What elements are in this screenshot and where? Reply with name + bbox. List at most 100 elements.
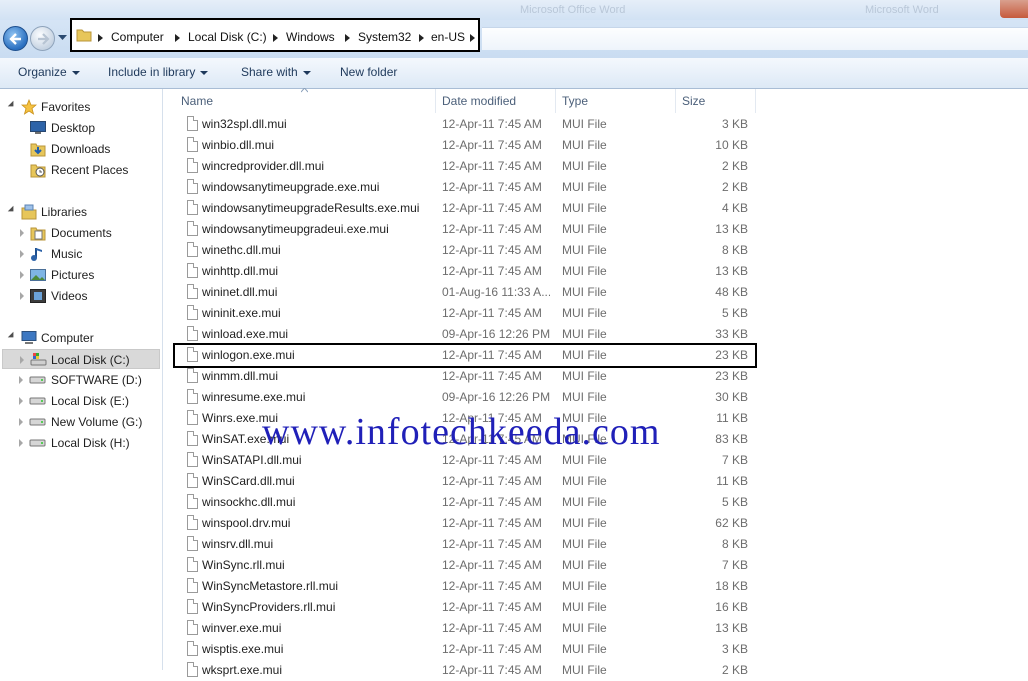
expand-arrow-icon[interactable] <box>20 356 24 364</box>
expand-arrow-icon[interactable] <box>19 376 23 384</box>
file-row[interactable]: winspool.drv.mui 12-Apr-11 7:45 AM MUI Fil… <box>175 513 755 534</box>
nav-libraries[interactable]: Libraries <box>7 202 158 222</box>
nav-desktop[interactable]: Desktop <box>28 118 158 138</box>
file-icon <box>187 200 198 215</box>
drive-icon <box>29 439 46 447</box>
breadcrumb-windows[interactable]: Windows <box>286 30 335 44</box>
expand-arrow-icon[interactable] <box>19 418 23 426</box>
file-row[interactable]: windowsanytimeupgradeui.exe.mui 12-Apr-11… <box>175 219 755 240</box>
nav-documents[interactable]: Documents <box>20 223 158 243</box>
file-icon <box>187 620 198 635</box>
file-row[interactable]: WinSyncMetastore.rll.mui 12-Apr-11 7:45 A… <box>175 576 755 597</box>
back-button[interactable] <box>3 26 28 51</box>
nav-pictures[interactable]: Pictures <box>20 265 158 285</box>
organize-button[interactable]: Organize <box>18 65 80 79</box>
new-folder-button[interactable]: New folder <box>340 65 397 79</box>
file-date-modified: 12-Apr-11 7:45 AM <box>442 621 542 635</box>
expand-arrow-icon[interactable] <box>20 271 24 279</box>
nav-software-d[interactable]: SOFTWARE (D:) <box>19 370 158 390</box>
breadcrumb-local-disk-c[interactable]: Local Disk (C:) <box>188 30 267 44</box>
file-date-modified: 12-Apr-11 7:45 AM <box>442 474 542 488</box>
file-row[interactable]: wisptis.exe.mui 12-Apr-11 7:45 AM MUI File… <box>175 639 755 660</box>
file-row[interactable]: WinSCard.dll.mui 12-Apr-11 7:45 AM MUI Fil… <box>175 471 755 492</box>
file-row[interactable]: wksprt.exe.mui 12-Apr-11 7:45 AM MUI File 2… <box>175 660 755 681</box>
breadcrumb-separator-icon[interactable] <box>175 34 180 42</box>
file-type: MUI File <box>562 201 607 215</box>
breadcrumb-separator-icon[interactable] <box>273 34 278 42</box>
file-row[interactable]: wininet.dll.mui 01-Aug-16 11:33 A... MUI F… <box>175 282 755 303</box>
documents-icon <box>30 227 46 241</box>
breadcrumb-separator-icon[interactable] <box>470 34 475 42</box>
file-row[interactable]: winload.exe.mui 09-Apr-16 12:26 PM MUI Fil… <box>175 324 755 345</box>
include-in-library-button[interactable]: Include in library <box>108 65 209 79</box>
nav-computer[interactable]: Computer <box>7 328 158 348</box>
file-date-modified: 12-Apr-11 7:45 AM <box>442 243 542 257</box>
expand-arrow-icon[interactable] <box>19 439 23 447</box>
nav-videos[interactable]: Videos <box>20 286 158 306</box>
expand-arrow-icon[interactable] <box>7 100 17 110</box>
expand-arrow-icon[interactable] <box>7 205 17 215</box>
file-row[interactable]: winver.exe.mui 12-Apr-11 7:45 AM MUI File 1… <box>175 618 755 639</box>
file-row[interactable]: winmm.dll.mui 12-Apr-11 7:45 AM MUI File 23… <box>175 366 755 387</box>
file-row[interactable]: WinSync.rll.mui 12-Apr-11 7:45 AM MUI File… <box>175 555 755 576</box>
column-header-type[interactable]: Type <box>556 89 676 113</box>
file-type: MUI File <box>562 453 607 467</box>
nav-music[interactable]: Music <box>20 244 158 264</box>
share-with-button[interactable]: Share with <box>241 65 311 79</box>
breadcrumb-separator-icon[interactable] <box>419 34 424 42</box>
file-size: 2 KB <box>721 663 748 677</box>
column-header-date-modified[interactable]: Date modified <box>436 89 556 113</box>
file-type: MUI File <box>562 516 607 530</box>
nav-local-disk-h[interactable]: Local Disk (H:) <box>19 433 158 453</box>
file-icon <box>187 536 198 551</box>
file-type: MUI File <box>562 138 607 152</box>
expand-arrow-icon[interactable] <box>19 397 23 405</box>
expand-arrow-icon[interactable] <box>20 292 24 300</box>
expand-arrow-icon[interactable] <box>20 229 24 237</box>
nav-documents-label: Documents <box>51 226 112 240</box>
breadcrumb-system32[interactable]: System32 <box>358 30 411 44</box>
file-row[interactable]: windowsanytimeupgradeResults.exe.mui 12-A… <box>175 198 755 219</box>
file-size: 3 KB <box>721 117 748 131</box>
file-row[interactable]: wincredprovider.dll.mui 12-Apr-11 7:45 AM… <box>175 156 755 177</box>
close-window-button[interactable] <box>1000 0 1028 18</box>
file-row[interactable]: winsockhc.dll.mui 12-Apr-11 7:45 AM MUI Fi… <box>175 492 755 513</box>
chevron-down-icon <box>302 70 311 75</box>
recent-pages-chevron-icon[interactable] <box>58 35 67 41</box>
address-field[interactable] <box>482 27 1028 50</box>
breadcrumb-separator-icon[interactable] <box>345 34 350 42</box>
file-row[interactable]: winsrv.dll.mui 12-Apr-11 7:45 AM MUI File 8… <box>175 534 755 555</box>
file-row[interactable]: win32spl.dll.mui 12-Apr-11 7:45 AM MUI Fil… <box>175 114 755 135</box>
file-row[interactable]: winbio.dll.mui 12-Apr-11 7:45 AM MUI File 1… <box>175 135 755 156</box>
nav-local-disk-e[interactable]: Local Disk (E:) <box>19 391 158 411</box>
file-row[interactable]: WinSyncProviders.rll.mui 12-Apr-11 7:45 A… <box>175 597 755 618</box>
forward-button[interactable] <box>30 26 55 51</box>
file-row[interactable]: winhttp.dll.mui 12-Apr-11 7:45 AM MUI File… <box>175 261 755 282</box>
nav-new-volume-g[interactable]: New Volume (G:) <box>19 412 158 432</box>
file-size: 5 KB <box>721 495 748 509</box>
file-type: MUI File <box>562 264 607 278</box>
watermark-text: www.infotechkeeda.com <box>262 411 661 453</box>
nav-local-disk-c[interactable]: Local Disk (C:) <box>2 349 160 369</box>
file-size: 2 KB <box>721 159 748 173</box>
nav-local-disk-e-label: Local Disk (E:) <box>51 394 130 408</box>
breadcrumb-en-us[interactable]: en-US <box>431 30 465 44</box>
file-row[interactable]: winresume.exe.mui 09-Apr-16 12:26 PM MUI F… <box>175 387 755 408</box>
expand-arrow-icon[interactable] <box>7 331 17 341</box>
file-row[interactable]: wininit.exe.mui 12-Apr-11 7:45 AM MUI File… <box>175 303 755 324</box>
file-date-modified: 12-Apr-11 7:45 AM <box>442 495 542 509</box>
column-header-name[interactable]: Name <box>175 88 436 113</box>
nav-recent-places[interactable]: Recent Places <box>28 160 158 180</box>
breadcrumb-separator-icon[interactable] <box>98 34 103 42</box>
file-size: 2 KB <box>721 180 748 194</box>
column-header-size[interactable]: Size <box>676 89 756 113</box>
breadcrumb-computer[interactable]: Computer <box>111 30 164 44</box>
file-row[interactable]: windowsanytimeupgrade.exe.mui 12-Apr-11 7… <box>175 177 755 198</box>
nav-downloads[interactable]: Downloads <box>28 139 158 159</box>
nav-favorites[interactable]: Favorites <box>7 97 158 117</box>
expand-arrow-icon[interactable] <box>20 250 24 258</box>
file-row[interactable]: winlogon.exe.mui 12-Apr-11 7:45 AM MUI Fil… <box>173 343 757 368</box>
file-row[interactable]: winethc.dll.mui 12-Apr-11 7:45 AM MUI File… <box>175 240 755 261</box>
file-name: winhttp.dll.mui <box>202 264 279 278</box>
drive-icon <box>29 376 46 384</box>
